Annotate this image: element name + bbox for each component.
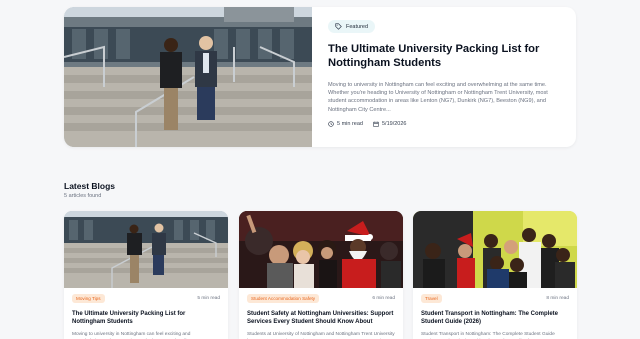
blog-card-excerpt: Student Transport in Nottingham: The Com… (421, 332, 555, 337)
category-badge[interactable]: Moving Tips (72, 294, 105, 303)
featured-read-time: 5 min read (337, 120, 363, 127)
blog-card-image[interactable] (64, 211, 228, 288)
latest-blogs-heading: Latest Blogs (64, 181, 116, 191)
featured-badge: Featured (328, 20, 376, 33)
tag-icon (335, 23, 342, 30)
clock-icon (328, 121, 334, 127)
featured-post-excerpt: Moving to university in Nottingham can f… (328, 82, 548, 113)
featured-post-image[interactable] (64, 7, 312, 147)
category-badge[interactable]: Student Accommodation Safety (247, 294, 320, 303)
featured-date: 5/19/2026 (382, 120, 407, 127)
articles-count: 5 articles found (64, 193, 102, 199)
read-time: 8 min read (546, 296, 569, 301)
blog-card-image[interactable] (239, 211, 403, 288)
read-time: 6 min read (372, 296, 395, 301)
blog-card-title[interactable]: Student Safety at Nottingham Universitie… (247, 310, 395, 326)
blog-card[interactable]: Travel 8 min read Student Transport in N… (413, 211, 577, 339)
category-badge[interactable]: Travel (421, 294, 442, 303)
featured-post-card[interactable]: Featured The Ultimate University Packing… (64, 7, 576, 147)
featured-badge-label: Featured (346, 23, 369, 30)
calendar-icon (373, 121, 379, 127)
blog-card-excerpt: Students at University of Nottingham and… (247, 332, 395, 337)
blog-card-image[interactable] (413, 211, 577, 288)
page: Featured The Ultimate University Packing… (0, 0, 640, 339)
blog-card-title[interactable]: The Ultimate University Packing List for… (72, 310, 220, 326)
featured-post-title[interactable]: The Ultimate University Packing List for… (328, 43, 562, 70)
read-time: 5 min read (197, 296, 220, 301)
featured-post-meta: 5 min read 5/19/2026 (328, 121, 562, 127)
blog-card-excerpt: Moving to university in Nottingham can f… (72, 332, 191, 337)
blog-card[interactable]: Student Accommodation Safety 6 min read … (239, 211, 403, 339)
blog-card[interactable]: Moving Tips 5 min read The Ultimate Univ… (64, 211, 228, 339)
blog-card-title[interactable]: Student Transport in Nottingham: The Com… (421, 310, 569, 326)
